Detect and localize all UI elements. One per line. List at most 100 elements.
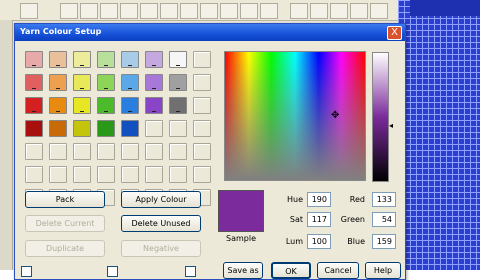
colour-swatch[interactable] — [121, 97, 139, 114]
colour-swatch[interactable] — [169, 51, 187, 68]
empty-swatch[interactable] — [193, 166, 211, 183]
empty-swatch[interactable] — [169, 166, 187, 183]
toolbar-icon[interactable] — [80, 3, 98, 19]
blue-field[interactable]: 159 — [372, 234, 396, 249]
toolbar-icon[interactable] — [140, 3, 158, 19]
toolbar-icon[interactable] — [310, 3, 328, 19]
colour-swatch[interactable] — [73, 120, 91, 137]
toolbar-icon[interactable] — [120, 3, 138, 19]
empty-swatch[interactable] — [193, 143, 211, 160]
duplicate-button[interactable]: Duplicate — [25, 240, 105, 257]
colour-swatch[interactable] — [49, 51, 67, 68]
swatch-marker-icon — [32, 88, 36, 89]
colour-swatch[interactable] — [97, 74, 115, 91]
swatch-marker-icon — [104, 65, 108, 66]
blue-label: Blue — [347, 237, 365, 246]
colour-swatch[interactable] — [145, 74, 163, 91]
swatch-marker-icon — [56, 88, 60, 89]
empty-swatch[interactable] — [25, 166, 43, 183]
colour-swatch[interactable] — [25, 97, 43, 114]
toolbar-icon[interactable] — [220, 3, 238, 19]
dialog-titlebar[interactable]: Yarn Colour Setup X — [15, 24, 405, 41]
empty-swatch[interactable] — [193, 51, 211, 68]
empty-swatch[interactable] — [73, 166, 91, 183]
colour-swatch[interactable] — [25, 74, 43, 91]
toolbar-icon[interactable] — [350, 3, 368, 19]
green-field[interactable]: 54 — [372, 212, 396, 227]
empty-swatch[interactable] — [49, 143, 67, 160]
luminance-slider[interactable] — [372, 52, 389, 182]
slider-arrow-icon[interactable]: ◂ — [389, 121, 393, 130]
toolbar-icon[interactable] — [330, 3, 348, 19]
colour-spectrum-picker[interactable] — [224, 51, 366, 181]
empty-swatch[interactable] — [169, 120, 187, 137]
colour-swatch[interactable] — [121, 51, 139, 68]
colour-swatch[interactable] — [73, 97, 91, 114]
colour-swatch[interactable] — [121, 74, 139, 91]
sat-field[interactable]: 117 — [307, 212, 331, 227]
toolbar-icon[interactable] — [180, 3, 198, 19]
empty-swatch[interactable] — [145, 120, 163, 137]
toolbar-icon[interactable] — [20, 3, 38, 19]
colour-swatch[interactable] — [121, 120, 139, 137]
swatch-marker-icon — [104, 88, 108, 89]
empty-swatch[interactable] — [97, 166, 115, 183]
toolbar-icon[interactable] — [240, 3, 258, 19]
colour-swatch[interactable] — [169, 97, 187, 114]
empty-swatch[interactable] — [145, 166, 163, 183]
lum-field[interactable]: 100 — [307, 234, 331, 249]
colour-swatch[interactable] — [49, 97, 67, 114]
ok-button[interactable]: OK — [271, 262, 311, 279]
pack-button[interactable]: Pack — [25, 191, 105, 208]
colour-swatch[interactable] — [145, 51, 163, 68]
swatch-marker-icon — [176, 88, 180, 89]
colour-swatch[interactable] — [49, 120, 67, 137]
toolbar-icon[interactable] — [260, 3, 278, 19]
colour-swatch[interactable] — [49, 74, 67, 91]
swatch-marker-icon — [128, 65, 132, 66]
toolbar-icon[interactable] — [160, 3, 178, 19]
swatch-marker-icon — [80, 111, 84, 112]
toolbar-icon[interactable] — [370, 3, 388, 19]
empty-swatch[interactable] — [97, 143, 115, 160]
background-left-panel — [0, 20, 13, 270]
help-button[interactable]: Help — [365, 262, 401, 279]
empty-swatch[interactable] — [73, 143, 91, 160]
option-checkbox[interactable] — [107, 266, 118, 277]
colour-swatch[interactable] — [145, 97, 163, 114]
sample-colour-box — [218, 190, 264, 232]
swatch-marker-icon — [80, 88, 84, 89]
delete-unused-button[interactable]: Delete Unused — [121, 215, 201, 232]
cancel-button[interactable]: Cancel — [317, 262, 359, 279]
apply-colour-button[interactable]: Apply Colour — [121, 191, 201, 208]
empty-swatch[interactable] — [121, 166, 139, 183]
empty-swatch[interactable] — [169, 143, 187, 160]
colour-swatch[interactable] — [169, 74, 187, 91]
negative-button[interactable]: Negative — [121, 240, 201, 257]
colour-swatch[interactable] — [73, 51, 91, 68]
empty-swatch[interactable] — [121, 143, 139, 160]
save-as-button[interactable]: Save as — [223, 262, 263, 279]
empty-swatch[interactable] — [145, 143, 163, 160]
toolbar-icon[interactable] — [100, 3, 118, 19]
close-button[interactable]: X — [387, 26, 402, 40]
colour-swatch[interactable] — [25, 51, 43, 68]
colour-swatch[interactable] — [97, 120, 115, 137]
empty-swatch[interactable] — [49, 166, 67, 183]
delete-current-button[interactable]: Delete Current — [25, 215, 105, 232]
empty-swatch[interactable] — [193, 97, 211, 114]
colour-swatch[interactable] — [73, 74, 91, 91]
empty-swatch[interactable] — [193, 120, 211, 137]
option-checkbox[interactable] — [21, 266, 32, 277]
red-field[interactable]: 133 — [372, 192, 396, 207]
colour-swatch[interactable] — [97, 97, 115, 114]
empty-swatch[interactable] — [193, 74, 211, 91]
toolbar-icon[interactable] — [200, 3, 218, 19]
colour-swatch[interactable] — [97, 51, 115, 68]
colour-swatch[interactable] — [25, 120, 43, 137]
hue-field[interactable]: 190 — [307, 192, 331, 207]
option-checkbox[interactable] — [185, 266, 196, 277]
toolbar-icon[interactable] — [290, 3, 308, 19]
toolbar-icon[interactable] — [60, 3, 78, 19]
empty-swatch[interactable] — [25, 143, 43, 160]
